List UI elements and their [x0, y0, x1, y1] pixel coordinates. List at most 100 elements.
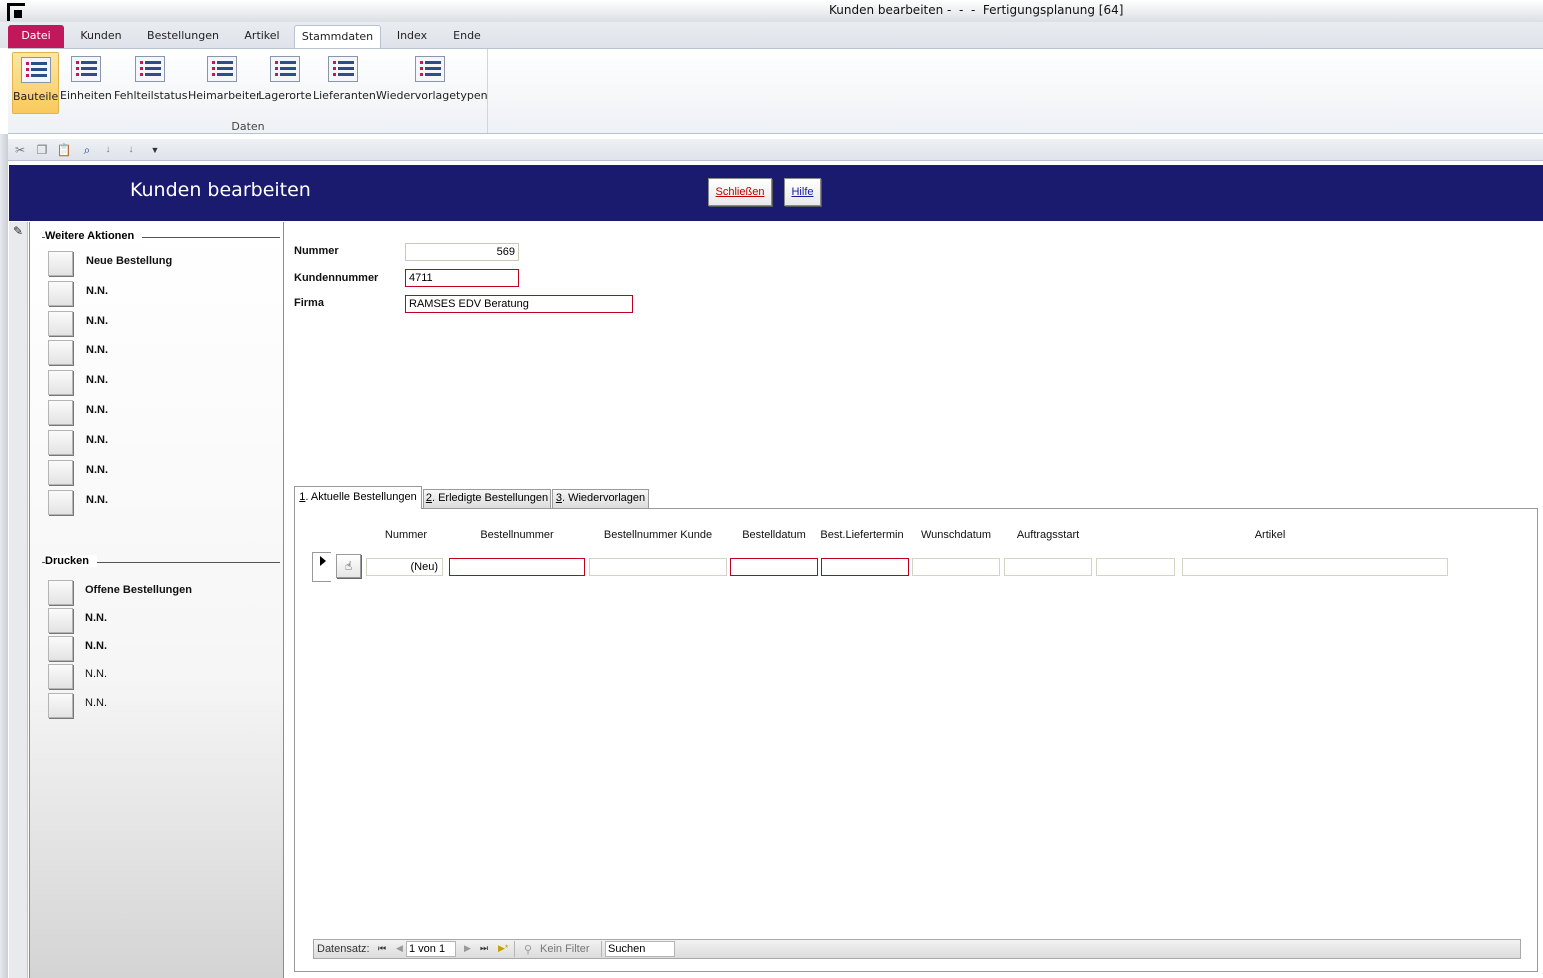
first-record-icon[interactable]: ⏮: [378, 943, 386, 954]
print-label: N.N.: [85, 640, 107, 652]
cut-icon[interactable]: ✂: [12, 142, 28, 158]
tab-bestellungen[interactable]: Bestellungen: [138, 25, 228, 48]
nummer-label: Nummer: [294, 245, 339, 257]
action-button-nn[interactable]: [48, 400, 73, 425]
tab-kunden[interactable]: Kunden: [72, 25, 130, 48]
form-title: Kunden bearbeiten: [130, 179, 311, 201]
cell-bestellnummer[interactable]: [449, 558, 585, 576]
sort-ascending-icon[interactable]: ↓: [100, 142, 116, 158]
customize-dropdown-icon[interactable]: ▼: [147, 142, 163, 158]
action-button-nn[interactable]: [48, 490, 73, 515]
cell-extra[interactable]: [1096, 558, 1175, 576]
ribbon-button-heimarbeiter[interactable]: Heimarbeiter: [188, 52, 260, 116]
copy-icon[interactable]: ❐: [34, 142, 50, 158]
help-button[interactable]: Hilfe: [784, 178, 821, 206]
filter-status[interactable]: Kein Filter: [540, 943, 590, 955]
action-button-nn[interactable]: [48, 311, 73, 336]
print-label: Offene Bestellungen: [85, 584, 192, 596]
action-label: N.N.: [86, 494, 108, 506]
tab-label: . Aktuelle Bestellungen: [305, 491, 417, 503]
column-header-bestelldatum: Bestelldatum: [742, 529, 806, 541]
cell-auftragsstart[interactable]: [1004, 558, 1092, 576]
current-row-arrow-icon: [320, 556, 326, 566]
next-record-icon[interactable]: ▶: [464, 943, 471, 954]
cell-bestellnummer-kunde[interactable]: [589, 558, 727, 576]
cell-best-liefertermin[interactable]: [821, 558, 909, 576]
form-header: Kunden bearbeiten Schließen Hilfe: [9, 165, 1543, 221]
nummer-field[interactable]: 569: [405, 243, 519, 261]
print-label: N.N.: [85, 697, 107, 709]
cell-artikel[interactable]: [1182, 558, 1448, 576]
cell-bestelldatum[interactable]: [730, 558, 818, 576]
column-header-artikel: Artikel: [1254, 529, 1286, 541]
tab-label: . Wiedervorlagen: [561, 492, 646, 504]
search-field[interactable]: Suchen: [605, 941, 675, 957]
record-navigation-bar: Datensatz: ⏮ ◀ 1 von 1 ▶ ⏭ ▶* ⚲ Kein Fil…: [313, 939, 1521, 959]
action-button-nn[interactable]: [48, 340, 73, 365]
tab-aktuelle-bestellungen[interactable]: 1. Aktuelle Bestellungen: [294, 486, 422, 509]
firma-field[interactable]: RAMSES EDV Beratung: [405, 295, 633, 313]
form-list-icon: [135, 56, 165, 82]
print-button-nn[interactable]: [48, 693, 73, 718]
filter-icon[interactable]: ⚲: [524, 943, 532, 956]
column-header-bestellnummer: Bestellnummer: [480, 529, 554, 541]
print-label: N.N.: [85, 612, 107, 624]
tab-ende[interactable]: Ende: [444, 25, 490, 48]
tab-erledigte-bestellungen[interactable]: 2. Erledigte Bestellungen: [423, 489, 551, 508]
nav-separator: [601, 941, 602, 957]
action-button-nn[interactable]: [48, 281, 73, 306]
print-button-nn[interactable]: [48, 636, 73, 661]
paste-icon[interactable]: 📋: [56, 142, 72, 158]
open-record-button[interactable]: ☝: [336, 554, 361, 578]
action-button-nn[interactable]: [48, 370, 73, 395]
form-list-icon: [328, 56, 358, 82]
kundennummer-label: Kundennummer: [294, 272, 379, 284]
close-button[interactable]: Schließen: [708, 178, 772, 206]
column-header-auftragsstart: Auftragsstart: [1016, 529, 1080, 541]
record-selector[interactable]: ✎: [9, 222, 28, 978]
record-position-field[interactable]: 1 von 1: [406, 941, 456, 957]
action-button-nn[interactable]: [48, 430, 73, 455]
ribbon-button-lieferanten[interactable]: Lieferanten: [313, 52, 376, 116]
action-label: N.N.: [86, 374, 108, 386]
print-button-offene-bestellungen[interactable]: [48, 580, 73, 605]
action-label: N.N.: [86, 285, 108, 297]
action-label: N.N.: [86, 404, 108, 416]
column-header-wunschdatum: Wunschdatum: [920, 529, 992, 541]
tab-artikel[interactable]: Artikel: [236, 25, 288, 48]
sort-descending-icon[interactable]: ↓: [123, 142, 139, 158]
hand-pointer-icon: ☝: [344, 559, 353, 573]
previous-record-icon[interactable]: ◀: [396, 943, 403, 954]
find-icon[interactable]: ⌕: [79, 142, 95, 158]
app-logo-icon[interactable]: [7, 3, 25, 21]
new-record-icon[interactable]: ▶*: [498, 943, 508, 954]
last-record-icon[interactable]: ⏭: [480, 943, 488, 954]
tab-index[interactable]: Index: [389, 25, 435, 48]
row-selector[interactable]: [312, 552, 331, 582]
form-list-icon: [20, 57, 51, 83]
print-button-nn[interactable]: [48, 608, 73, 633]
action-button-nn[interactable]: [48, 460, 73, 485]
kundennummer-field[interactable]: 4711: [405, 269, 519, 287]
tab-stammdaten[interactable]: Stammdaten: [294, 25, 381, 48]
ribbon-button-lagerorte[interactable]: Lagerorte: [258, 52, 312, 116]
action-button-neue-bestellung[interactable]: [48, 251, 73, 276]
record-label: Datensatz:: [317, 943, 370, 955]
ribbon-button-wiedervorlagetypen[interactable]: Wiedervorlagetypen: [376, 52, 488, 116]
tab-wiedervorlagen[interactable]: 3. Wiedervorlagen: [552, 489, 649, 508]
tab-label: . Erledigte Bestellungen: [431, 492, 549, 504]
form-list-icon: [207, 56, 237, 82]
ribbon-button-einheiten[interactable]: Einheiten: [60, 52, 112, 116]
cell-wunschdatum[interactable]: [912, 558, 1000, 576]
ribbon-button-bauteile[interactable]: Bauteile: [12, 52, 59, 114]
firma-label: Firma: [294, 297, 324, 309]
action-label: N.N.: [86, 464, 108, 476]
ribbon-button-fehlteilstatus[interactable]: Fehlteilstatus: [114, 52, 188, 116]
window-edge: [0, 134, 8, 978]
tab-datei[interactable]: Datei: [8, 25, 64, 48]
action-label: N.N.: [86, 344, 108, 356]
cell-nummer[interactable]: (Neu): [366, 558, 443, 576]
action-label: N.N.: [86, 434, 108, 446]
ribbon-group-daten: Bauteile Einheiten Fehlteilstatus Heimar…: [8, 49, 488, 133]
print-button-nn[interactable]: [48, 664, 73, 689]
